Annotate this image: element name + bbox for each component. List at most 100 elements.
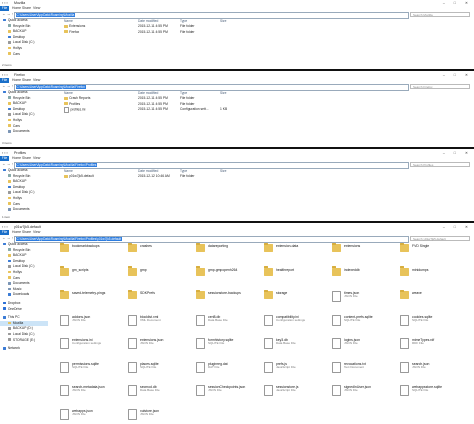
- folder-tile[interactable]: storage: [264, 289, 324, 313]
- folder-tile[interactable]: sessionstore-backups: [196, 289, 256, 313]
- file-tile[interactable]: cookies.sqlite SQLITE File: [400, 314, 460, 337]
- file-tile[interactable]: addons.json JSON File: [60, 314, 120, 337]
- nav-arrows-icon[interactable]: ←→↑: [2, 235, 15, 241]
- file-tile[interactable]: extensions.json JSON File: [128, 338, 188, 360]
- file-tile[interactable]: formhistory.sqlite SQLITE File: [196, 338, 256, 360]
- file-tile[interactable]: blocklist.xml XML Document: [128, 314, 188, 337]
- file-tile[interactable]: search.json JSON File: [400, 361, 460, 384]
- recycle-bin-icon: [8, 174, 12, 178]
- folder-tile[interactable]: SDKPrefs: [128, 289, 188, 313]
- folder-icon: [8, 276, 12, 279]
- drive-icon: [8, 338, 12, 341]
- nav-item-label: Cars: [12, 275, 20, 280]
- folder-tile[interactable]: extension-data: [264, 242, 324, 266]
- tile-type: DAT File: [208, 364, 220, 369]
- file-tile[interactable]: xulstore.json JSON File: [128, 408, 188, 424]
- address-bar[interactable]: C:\Users\User\AppData\Roaming\Mozilla\Fi…: [14, 235, 409, 243]
- address-row: ←→↑ C:\Users\User\AppData\Roaming\Mozill…: [0, 235, 474, 243]
- file-tile[interactable]: logins.json JSON File: [332, 338, 392, 360]
- folder-icon: [400, 289, 409, 299]
- file-tile[interactable]: signedInUser.json JSON File: [332, 385, 392, 407]
- file-tile[interactable]: search-metadata.json JSON File: [60, 385, 120, 407]
- column-size[interactable]: Size: [220, 90, 226, 96]
- nav-item[interactable]: STORAGE (E:): [0, 338, 48, 344]
- search-box[interactable]: Search Mozilla: [410, 11, 470, 17]
- file-icon: [332, 291, 341, 302]
- nav-item[interactable]: OneDrive: [0, 307, 48, 313]
- nav-arrows-icon[interactable]: ←→↑: [2, 83, 15, 89]
- file-tile[interactable]: cert8.db Data Base File: [196, 314, 256, 337]
- search-box[interactable]: Search Firefox: [410, 83, 470, 89]
- window-separator: [0, 69, 474, 71]
- column-size[interactable]: Size: [220, 168, 226, 174]
- file-icon: [332, 338, 341, 349]
- file-tile[interactable]: prefs.js JavaScript File: [264, 361, 324, 384]
- address-path: C:\Users\User\AppData\Roaming\Mozilla\Fi…: [15, 163, 98, 167]
- file-tile[interactable]: revocations.txt Text Document: [332, 361, 392, 384]
- address-bar[interactable]: C:\Users\User\AppData\Roaming\Mozilla: [14, 11, 409, 19]
- file-tile[interactable]: sessionstore.js JavaScript File: [264, 385, 324, 407]
- nav-documents[interactable]: Documents: [0, 207, 48, 213]
- nav-item-label: Documents: [12, 281, 30, 286]
- file-tile[interactable]: content-prefs.sqlite SQLITE File: [332, 314, 392, 337]
- file-icon: [400, 385, 409, 396]
- search-box[interactable]: Search y01w7jk5.default: [410, 235, 470, 241]
- file-tile[interactable]: extensions.ini Configuration settings: [60, 338, 120, 360]
- nav-documents[interactable]: Documents: [0, 129, 48, 135]
- file-tile[interactable]: sessionCheckpoints.json JSON File: [196, 385, 256, 407]
- file-tile[interactable]: mimeTypes.rdf RDF File: [400, 338, 460, 360]
- folder-tile[interactable]: crashes: [128, 242, 188, 266]
- nav-cars[interactable]: Cars: [0, 52, 48, 58]
- drive-icon: [8, 265, 12, 268]
- folder-icon: [8, 102, 12, 105]
- settings-file-icon: [64, 107, 69, 113]
- file-tile[interactable]: times.json JSON File: [332, 291, 392, 313]
- tile-type: JSON File: [344, 294, 358, 299]
- file-icon: [60, 338, 69, 349]
- address-bar[interactable]: C:\Users\User\AppData\Roaming\Mozilla\Fi…: [14, 161, 409, 169]
- file-tile[interactable]: webapps.json JSON File: [60, 408, 120, 424]
- folder-icon: [60, 289, 69, 299]
- folder-tile[interactable]: datareporting: [196, 242, 256, 266]
- file-tile[interactable]: places.sqlite SQLITE File: [128, 361, 188, 384]
- folder-tile[interactable]: gmp: [128, 266, 188, 290]
- file-icon: [60, 408, 69, 420]
- folder-tile[interactable]: indexeddb: [332, 266, 392, 290]
- address-path: C:\Users\User\AppData\Roaming\Mozilla\Fi…: [15, 237, 123, 241]
- column-size[interactable]: Size: [220, 18, 226, 24]
- status-bar: 3 items: [2, 141, 12, 145]
- folder-icon: [128, 266, 137, 276]
- nav-pane: Quick access Recycle Bin BACKUP Desktop Loca…: [0, 242, 48, 352]
- folder-tile[interactable]: healthreport: [264, 266, 324, 290]
- tile-name: indexeddb: [344, 267, 360, 272]
- nav-arrows-icon[interactable]: ←→↑: [2, 161, 15, 167]
- nav-arrows-icon[interactable]: ←→↑: [2, 11, 15, 17]
- file-tile[interactable]: compatibility.ini Configuration settings: [264, 314, 324, 337]
- folder-tile[interactable]: minidumps: [400, 266, 460, 290]
- explorer-window-mozilla: ▪ ▪ ▪ Mozilla – □ ✕ File Home Share View…: [0, 0, 474, 68]
- folder-tile[interactable]: saved-telemetry-pings: [60, 289, 120, 313]
- folder-tile[interactable]: extensions: [332, 242, 392, 266]
- file-tile[interactable]: permissions.sqlite SQLITE File: [60, 361, 120, 384]
- documents-icon: [8, 281, 12, 285]
- file-tile[interactable]: webappsstore.sqlite SQLITE File: [400, 385, 460, 407]
- file-tile[interactable]: key3.db Data Base File: [264, 338, 324, 360]
- file-tile[interactable]: secmod.db Data Base File: [128, 385, 188, 407]
- music-icon: [8, 287, 12, 291]
- folder-tile[interactable]: weave: [400, 289, 460, 313]
- nav-item[interactable]: Network: [0, 346, 48, 352]
- folder-tile[interactable]: gmp-gmpopenh264: [196, 266, 256, 290]
- folder-icon: [196, 242, 205, 252]
- folder-tile[interactable]: bookmarkbackups: [60, 242, 120, 266]
- address-bar[interactable]: C:\Users\User\AppData\Roaming\Mozilla\Fi…: [14, 83, 409, 91]
- file-tile[interactable]: pluginreg.dat DAT File: [196, 361, 256, 384]
- nav-item[interactable]: Downloads: [0, 292, 48, 298]
- folder-icon: [60, 242, 69, 252]
- folder-tile[interactable]: gm_scripts: [60, 266, 120, 290]
- drive-icon: [8, 41, 12, 44]
- drive-icon: [8, 327, 12, 330]
- pc-icon: [3, 315, 7, 319]
- folder-icon: [196, 289, 205, 299]
- folder-tile[interactable]: FVD Single: [400, 242, 460, 266]
- search-box[interactable]: Search Profiles: [410, 161, 470, 167]
